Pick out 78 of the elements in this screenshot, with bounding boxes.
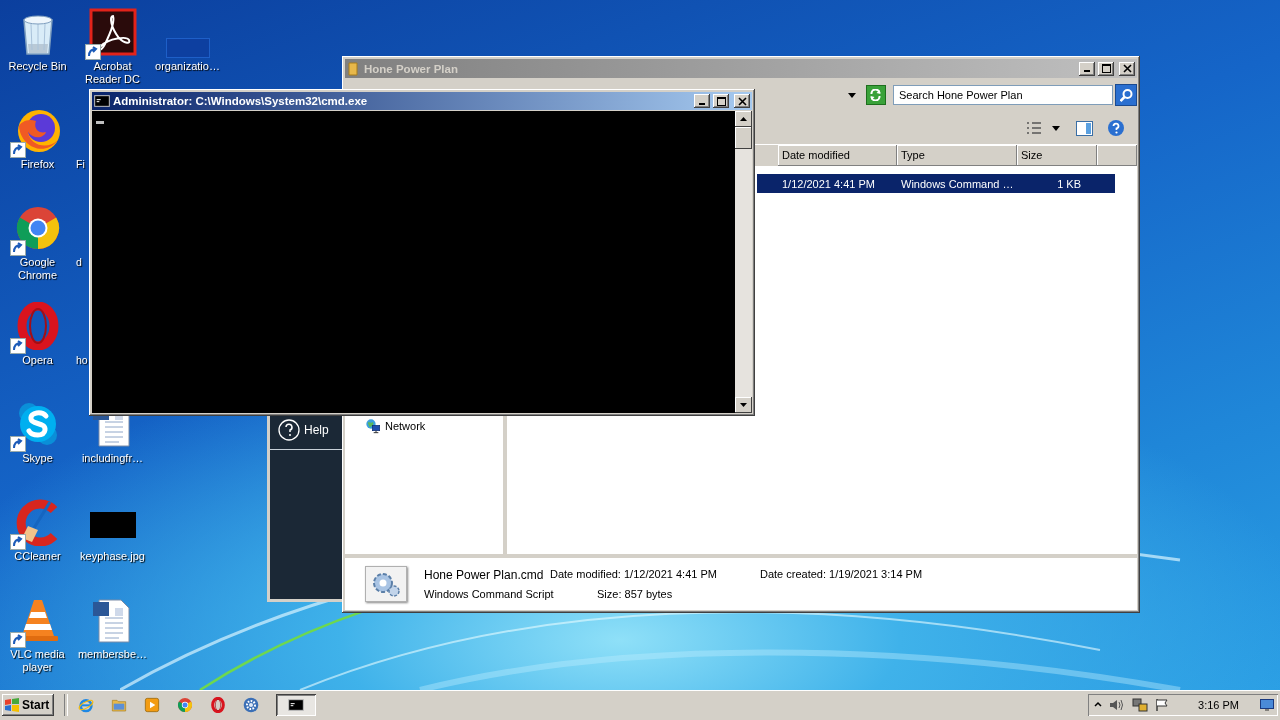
close-button[interactable] [734,94,750,108]
gear-icon [243,697,259,713]
nav-item[interactable]: Network [345,418,503,434]
text-cursor [96,121,104,124]
file-row[interactable]: 1/12/2021 4:41 PM Windows Command … 1 KB [757,174,1115,193]
folder-icon [347,61,361,76]
minimize-button[interactable] [694,94,710,108]
thumbnail-icon [165,38,210,58]
taskbar-button[interactable] [276,694,316,716]
window-title: Hone Power Plan [364,62,459,75]
dropdown-arrow-icon[interactable] [848,92,856,98]
search-field[interactable]: Search Hone Power Plan [893,85,1113,105]
console-icon [94,93,110,109]
file-type-text: Windows Command Script [424,588,555,600]
clock[interactable]: 3:16 PM [1198,699,1239,711]
console-icon [288,697,304,713]
icon-label[interactable]: organizatio… [150,60,225,73]
opera-logo-icon [210,697,226,713]
file-name: Hone Power Plan.cmd [424,568,545,582]
icon-label[interactable]: CCleaner [0,550,75,563]
search-button[interactable] [1115,84,1137,106]
windows-flag-icon [4,698,20,712]
icon-label[interactable]: ho [75,354,88,367]
dropdown-arrow-icon[interactable] [1052,125,1060,131]
date-modified-text: Date modified: 1/12/2021 4:41 PM [550,568,718,582]
help-icon[interactable] [1107,119,1125,137]
icon-label[interactable]: d [75,256,82,269]
close-icon [1122,64,1132,73]
maximize-icon [716,96,726,106]
file-gear-icon [365,566,407,602]
size-cell-text: 1 KB [1056,177,1082,190]
start-button[interactable]: Start [2,694,54,716]
icon-label[interactable]: keyphase.jpg [75,550,150,563]
maximize-icon [1101,64,1111,73]
icon-label[interactable]: Skype [0,452,75,465]
browser-e-icon [78,697,94,713]
icon-label[interactable]: VLC media player [0,648,75,674]
column-header[interactable]: Size [1017,145,1097,166]
folder-icon [111,697,127,713]
play-icon [144,697,160,713]
icon-label[interactable]: Opera [0,354,75,367]
window-title: Administrator: C:\Windows\System32\cmd.exe [113,95,369,107]
view-list-icon[interactable] [1026,121,1042,135]
maximize-button[interactable] [713,94,729,108]
date-cell-text: 1/12/2021 4:41 PM [781,177,876,190]
minimize-icon [699,102,705,105]
flag-icon[interactable] [1155,698,1170,712]
chevron-up-icon[interactable] [1094,701,1103,709]
speaker-icon[interactable] [1109,698,1126,712]
close-button[interactable] [1119,61,1135,76]
scroll-bar[interactable] [735,111,752,413]
icon-label[interactable]: Fi [75,158,85,171]
column-header[interactable]: Date modified [778,145,897,166]
minimize-icon [1084,70,1090,72]
column-header[interactable]: Type [897,145,1017,166]
network-globe-icon [365,418,381,434]
file-size-text: Size: 857 bytes [597,588,673,600]
maximize-button[interactable] [1098,61,1114,76]
help-icon [278,419,300,441]
chrome-logo-icon [177,697,193,713]
icon-label[interactable]: Firefox [0,158,75,171]
icon-label[interactable]: Recycle Bin [0,60,75,73]
icon-label[interactable]: includingfr… [75,452,150,465]
network-icon[interactable] [1132,697,1149,713]
refresh-button[interactable] [866,85,886,105]
icon-label[interactable]: Acrobat Reader DC [75,60,150,86]
date-created-text: Date created: 1/19/2021 3:14 PM [760,568,923,582]
refresh-icon [870,89,882,101]
icon-label[interactable]: Google Chrome [0,256,75,282]
help-link[interactable]: Help [304,423,329,437]
close-icon [737,96,747,106]
thumbnail-icon [89,512,136,538]
type-cell-text: Windows Command … [900,177,1015,190]
search-icon [1119,88,1133,102]
show-desktop-icon[interactable] [1260,699,1274,711]
acrobat-logo-icon [88,8,137,56]
minimize-button[interactable] [1079,61,1095,76]
preview-pane-icon[interactable] [1076,120,1093,136]
